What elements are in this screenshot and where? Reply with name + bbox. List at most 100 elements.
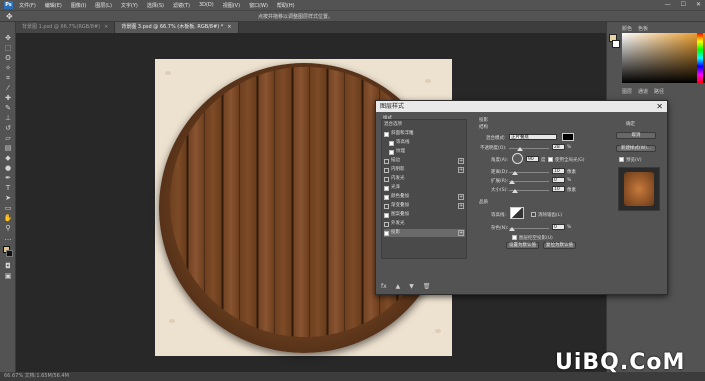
hand-icon[interactable]: ✋ xyxy=(3,214,13,223)
checkbox[interactable] xyxy=(384,230,389,236)
close-icon[interactable]: ✕ xyxy=(696,1,701,8)
tab-close-icon[interactable]: × xyxy=(227,22,231,33)
noise-slider[interactable] xyxy=(509,228,549,229)
tab-swatches[interactable]: 色板 xyxy=(638,25,648,33)
move-tool-icon[interactable]: ✥ xyxy=(6,12,13,21)
knockout-checkbox[interactable] xyxy=(512,235,517,240)
add-icon[interactable]: + xyxy=(458,194,464,200)
cancel-button[interactable]: 取消 xyxy=(616,132,656,139)
style-item-gradient-overlay[interactable]: 渐变叠加 + xyxy=(384,202,465,210)
noise-input[interactable]: 0 xyxy=(552,224,565,230)
style-item-bevel[interactable]: 斜面和浮雕 xyxy=(384,130,465,138)
spread-slider-thumb[interactable] xyxy=(509,180,515,184)
background-color-swatch[interactable] xyxy=(6,250,13,257)
checkbox[interactable] xyxy=(384,185,389,191)
checkbox[interactable] xyxy=(384,221,389,227)
quick-mask-icon[interactable]: ◘ xyxy=(3,262,13,271)
dodge-icon[interactable]: ● xyxy=(3,164,13,173)
opacity-slider-thumb[interactable] xyxy=(517,147,523,151)
angle-dial[interactable] xyxy=(512,153,523,164)
checkbox[interactable] xyxy=(389,149,394,155)
menu-layer[interactable]: 图层(L) xyxy=(95,2,112,9)
crop-icon[interactable]: ⌗ xyxy=(3,74,13,83)
add-icon[interactable]: + xyxy=(458,203,464,209)
opacity-slider[interactable] xyxy=(509,148,549,149)
tab-document-1[interactable]: 背景图 1.psd @ 66.7%(RGB/8#) × xyxy=(16,22,116,33)
lasso-icon[interactable]: ʘ xyxy=(3,54,13,63)
style-item-contour[interactable]: 等高线 xyxy=(384,139,465,147)
style-item-drop-shadow[interactable]: 投影 + xyxy=(384,229,465,237)
style-item-inner-glow[interactable]: 内发光 xyxy=(384,175,465,183)
style-item-outer-glow[interactable]: 外发光 xyxy=(384,220,465,228)
menu-view[interactable]: 视图(V) xyxy=(223,2,240,9)
reset-default-button[interactable]: 复位为默认值 xyxy=(543,242,576,249)
antialias-checkbox[interactable] xyxy=(531,212,536,217)
checkbox[interactable] xyxy=(384,212,389,218)
tab-document-2[interactable]: 背景图 3.psd @ 66.7% (木板板, RGB/8#) * × xyxy=(115,22,239,33)
style-item-stroke[interactable]: 描边 + xyxy=(384,157,465,165)
menu-image[interactable]: 图像(I) xyxy=(71,2,86,9)
style-item-satin[interactable]: 光泽 xyxy=(384,184,465,192)
healing-brush-icon[interactable]: ✚ xyxy=(3,94,13,103)
style-item-texture[interactable]: 纹理 xyxy=(384,148,465,156)
tab-layers[interactable]: 图层 xyxy=(622,88,632,96)
checkbox[interactable] xyxy=(384,194,389,200)
pen-icon[interactable]: ✒ xyxy=(3,174,13,183)
shadow-color-swatch[interactable] xyxy=(562,133,574,141)
distance-input[interactable]: 10 xyxy=(552,168,565,174)
style-item-inner-shadow[interactable]: 内阴影 + xyxy=(384,166,465,174)
history-brush-icon[interactable]: ↺ xyxy=(3,124,13,133)
tab-paths[interactable]: 路径 xyxy=(654,88,664,96)
zoom-icon[interactable]: ⚲ xyxy=(3,224,13,233)
fx-icon[interactable]: fx xyxy=(381,283,387,290)
spread-input[interactable]: 0 xyxy=(552,177,565,183)
blend-mode-select[interactable]: 正片叠底 xyxy=(509,134,557,140)
menu-file[interactable]: 文件(F) xyxy=(19,2,36,9)
menu-window[interactable]: 窗口(W) xyxy=(249,2,268,9)
make-default-button[interactable]: 设置为默认值 xyxy=(506,242,539,249)
tab-channels[interactable]: 通道 xyxy=(638,88,648,96)
dialog-close-icon[interactable]: ✕ xyxy=(656,101,663,112)
preview-checkbox[interactable] xyxy=(619,157,624,162)
eraser-icon[interactable]: ▱ xyxy=(3,134,13,143)
distance-slider-thumb[interactable] xyxy=(512,171,518,175)
noise-slider-thumb[interactable] xyxy=(509,227,515,231)
gradient-icon[interactable]: ▤ xyxy=(3,144,13,153)
hue-slider[interactable] xyxy=(697,33,703,83)
move-down-icon[interactable]: ▼ xyxy=(409,283,414,290)
checkbox[interactable] xyxy=(384,131,389,137)
path-select-icon[interactable]: ➤ xyxy=(3,194,13,203)
maximize-icon[interactable]: ☐ xyxy=(681,1,686,8)
tab-color[interactable]: 颜色 xyxy=(622,25,632,33)
blur-icon[interactable]: ◆ xyxy=(3,154,13,163)
checkbox[interactable] xyxy=(384,203,389,209)
spread-slider[interactable] xyxy=(509,181,549,182)
checkbox[interactable] xyxy=(389,140,394,146)
new-style-button[interactable]: 新建样式(W)... xyxy=(616,145,656,152)
type-icon[interactable]: T xyxy=(3,184,13,193)
angle-input[interactable]: 90 xyxy=(526,156,539,162)
magic-wand-icon[interactable]: ✧ xyxy=(3,64,13,73)
checkbox[interactable] xyxy=(384,167,389,173)
menu-select[interactable]: 选择(S) xyxy=(147,2,164,9)
move-up-icon[interactable]: ▲ xyxy=(396,283,401,290)
menu-help[interactable]: 帮助(H) xyxy=(277,2,295,9)
size-input[interactable]: 10 xyxy=(552,186,565,192)
menu-3d[interactable]: 3D(D) xyxy=(199,2,214,8)
brush-icon[interactable]: ✎ xyxy=(3,104,13,113)
more-tools-icon[interactable]: … xyxy=(3,234,13,243)
style-item-color-overlay[interactable]: 颜色叠加 + xyxy=(384,193,465,201)
move-icon[interactable]: ✥ xyxy=(3,34,13,43)
screen-mode-icon[interactable]: ▣ xyxy=(3,272,13,281)
marquee-icon[interactable]: ⬚ xyxy=(3,44,13,53)
contour-preview[interactable] xyxy=(510,207,524,219)
eyedropper-icon[interactable]: ⁄ xyxy=(3,84,13,93)
checkbox[interactable] xyxy=(384,158,389,164)
color-picker-field[interactable] xyxy=(622,33,705,83)
shape-icon[interactable]: ▭ xyxy=(3,204,13,213)
clone-stamp-icon[interactable]: ⊥ xyxy=(3,114,13,123)
menu-type[interactable]: 文字(Y) xyxy=(121,2,138,9)
style-item-pattern-overlay[interactable]: 图案叠加 xyxy=(384,211,465,219)
trash-icon[interactable]: 🗑 xyxy=(423,283,431,290)
add-icon[interactable]: + xyxy=(458,158,464,164)
